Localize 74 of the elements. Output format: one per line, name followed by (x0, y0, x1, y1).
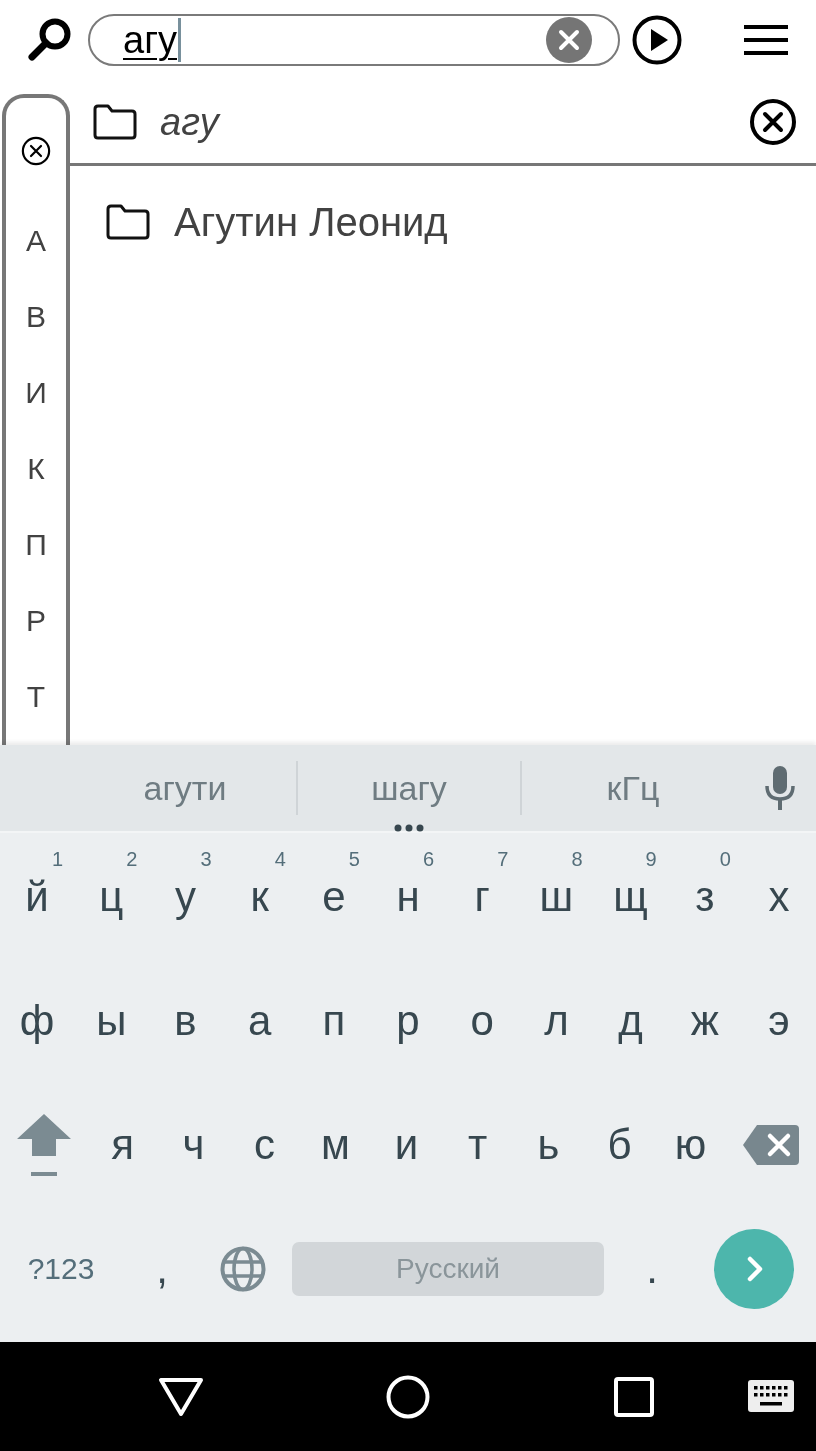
result-item[interactable]: Агутин Леонид (174, 199, 448, 245)
keyboard-key[interactable]: я (111, 1121, 134, 1169)
keyboard-key[interactable]: ц (99, 873, 124, 921)
close-icon[interactable] (21, 136, 51, 166)
keyboard-key[interactable]: ы (96, 997, 127, 1045)
key-hint: 7 (497, 848, 509, 870)
symbols-key[interactable]: ?123 (27, 1251, 95, 1287)
key-hint: 0 (719, 848, 731, 870)
keyboard-key[interactable]: . (646, 1245, 658, 1293)
keyboard-key[interactable]: и (394, 1121, 419, 1169)
keyboard-key[interactable]: у (174, 873, 196, 921)
keyboard-key[interactable]: к (250, 873, 269, 921)
keyboard-key[interactable]: в (174, 997, 197, 1045)
microphone-icon[interactable] (764, 766, 796, 810)
keyboard-key[interactable]: о (470, 997, 494, 1045)
home-icon[interactable] (386, 1374, 430, 1419)
keyboard-key[interactable]: н (396, 873, 420, 921)
keyboard-key[interactable]: й (25, 873, 49, 921)
backspace-icon[interactable] (743, 1125, 799, 1165)
recents-icon[interactable] (614, 1376, 654, 1417)
keyboard-key[interactable]: э (768, 997, 790, 1045)
keyboard-key[interactable]: ь (537, 1121, 560, 1169)
folder-icon (105, 203, 151, 241)
filter-label: агу (160, 99, 219, 144)
play-icon[interactable] (632, 15, 682, 65)
key-hint: 3 (200, 848, 212, 870)
keyboard-key[interactable]: з (695, 873, 715, 921)
key-hint: 1 (52, 848, 64, 870)
keyboard-key[interactable]: р (396, 997, 420, 1045)
key-hint: 9 (645, 848, 657, 870)
clear-button[interactable] (546, 17, 592, 63)
key-hint: 4 (274, 848, 286, 870)
keyboard-key[interactable]: е (322, 873, 346, 921)
text-cursor (178, 18, 181, 62)
keyboard-key[interactable]: с (254, 1121, 275, 1169)
keyboard-key[interactable]: б (607, 1121, 632, 1169)
keyboard-key[interactable]: ю (674, 1121, 707, 1169)
globe-icon[interactable] (220, 1246, 266, 1292)
index-letter[interactable]: К (27, 452, 45, 486)
menu-icon[interactable] (744, 24, 788, 56)
more-icon[interactable] (394, 824, 424, 832)
folder-icon (92, 102, 138, 141)
keyboard-key[interactable]: г (474, 873, 490, 921)
shift-icon[interactable] (15, 1112, 72, 1178)
key-hint: 5 (348, 848, 360, 870)
close-icon (558, 29, 580, 51)
key-hint: 8 (571, 848, 583, 870)
keyboard-key[interactable]: щ (613, 873, 648, 921)
search-field[interactable]: агу (88, 14, 620, 66)
keyboard-key[interactable]: а (247, 997, 272, 1045)
keyboard-key[interactable]: ф (19, 997, 55, 1045)
key-hint: 6 (423, 848, 435, 870)
key-hint: 2 (126, 848, 138, 870)
back-icon[interactable] (158, 1376, 204, 1417)
keyboard-key[interactable]: х (768, 873, 790, 921)
keyboard-key[interactable]: ш (539, 873, 574, 921)
keyboard-key[interactable]: л (544, 997, 569, 1045)
keyboard-key[interactable]: ч (182, 1121, 205, 1169)
keyboard-key[interactable]: т (467, 1121, 488, 1169)
close-icon[interactable] (749, 97, 797, 146)
keyboard-key[interactable]: д (618, 997, 643, 1045)
search-query: агу (123, 18, 177, 62)
index-letter[interactable]: П (25, 528, 47, 562)
keyboard-icon[interactable] (748, 1380, 794, 1412)
search-icon[interactable] (25, 17, 73, 63)
index-letter[interactable]: Р (26, 604, 46, 638)
index-letter[interactable]: Т (26, 680, 46, 714)
keyboard-key[interactable]: ж (690, 997, 719, 1045)
keyboard-key[interactable]: м (321, 1121, 350, 1169)
index-letter[interactable]: В (26, 300, 46, 334)
keyboard-key[interactable]: п (322, 997, 346, 1045)
keyboard-key[interactable]: , (156, 1245, 168, 1293)
index-letter[interactable]: А (26, 224, 46, 258)
index-letter[interactable]: И (25, 376, 47, 410)
